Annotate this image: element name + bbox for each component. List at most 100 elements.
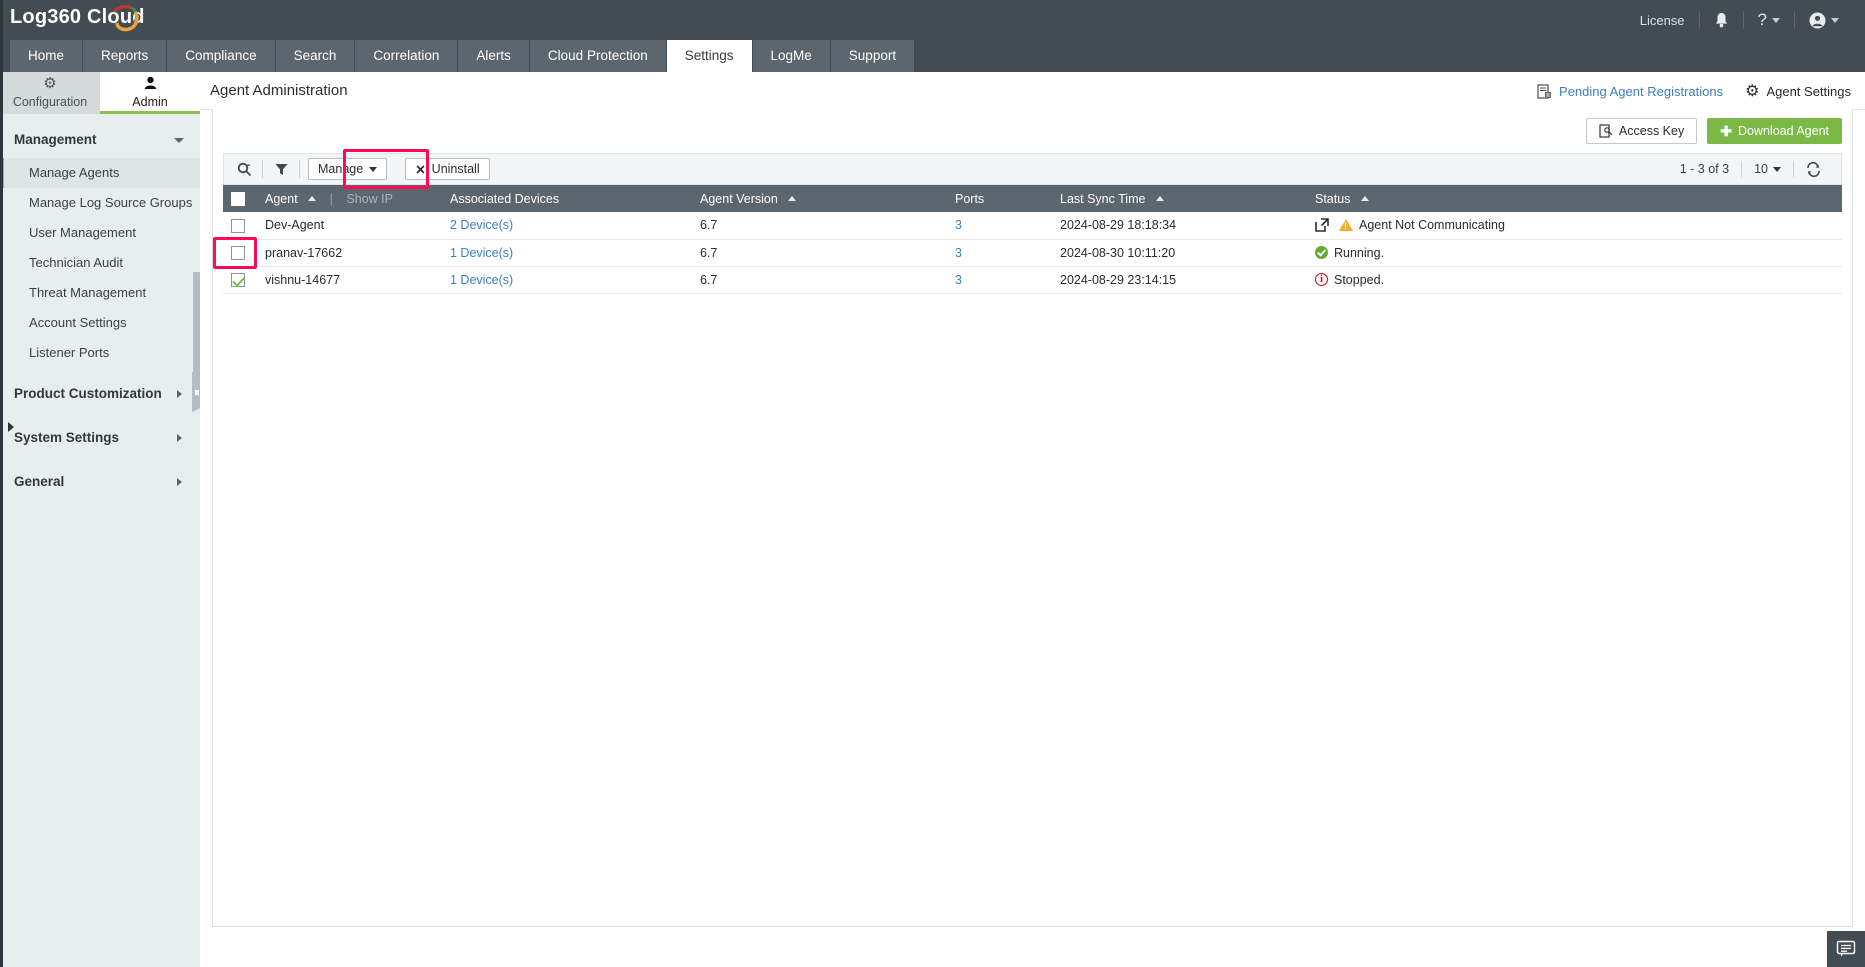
cell-agent-version: 6.7 (692, 266, 947, 294)
sidebar-item-threat-management[interactable]: Threat Management (0, 278, 200, 308)
download-agent-button[interactable]: ✚ Download Agent (1707, 118, 1842, 144)
main-tab-support[interactable]: Support (830, 40, 916, 72)
cell-associated-devices-value[interactable]: 2 Device(s) (450, 218, 513, 232)
sort-ascending-icon (788, 195, 797, 201)
cell-associated-devices-value[interactable]: 1 Device(s) (450, 246, 513, 260)
sidebar-item-account-settings[interactable]: Account Settings (0, 308, 200, 338)
filter-icon[interactable] (267, 154, 295, 184)
external-link-icon[interactable] (1315, 218, 1329, 233)
main-tab-cloud-protection[interactable]: Cloud Protection (529, 40, 667, 72)
sidebar-scrollbar[interactable] (193, 272, 200, 382)
sidebar-group-management[interactable]: Management (0, 122, 200, 158)
sidebar-group-system-settings[interactable]: System Settings (0, 420, 200, 456)
table-pagination: 1 - 3 of 3 10 (1668, 154, 1833, 184)
column-agent-version[interactable]: Agent Version (692, 185, 947, 212)
notifications-button[interactable] (1700, 10, 1743, 30)
sidebar-item-user-management[interactable]: User Management (0, 218, 200, 248)
main-tab-alerts[interactable]: Alerts (458, 40, 530, 72)
sidebar-group-general[interactable]: General (0, 464, 200, 500)
main-tab-label: Reports (101, 48, 149, 63)
license-label: License (1639, 12, 1685, 28)
sidebar-toggle-admin[interactable]: Admin (100, 72, 200, 114)
cell-agent-value: pranav-17662 (265, 245, 343, 260)
agents-table-body: Dev-Agent 2 Device(s) 6.7 3 2024-08-29 18:18… (223, 212, 1842, 294)
access-key-button[interactable]: Access Key (1585, 118, 1698, 144)
main-tab-settings[interactable]: Settings (666, 40, 753, 72)
chevron-down-icon (174, 138, 184, 143)
main-tab-label: Support (848, 48, 897, 63)
main-tab-label: Cloud Protection (547, 48, 648, 63)
main-tab-reports[interactable]: Reports (83, 40, 168, 72)
column-agent[interactable]: Agent | Show IP (257, 185, 442, 212)
select-all-checkbox[interactable] (231, 191, 245, 206)
pagination-range: 1 - 3 of 3 (1668, 162, 1741, 176)
main-tab-search[interactable]: Search (275, 40, 356, 72)
column-associated-devices-label: Associated Devices (450, 191, 560, 206)
chevron-down-icon (1773, 166, 1781, 172)
sidebar-item-technician-audit[interactable]: Technician Audit (0, 248, 200, 278)
page-size-label: 10 (1754, 162, 1768, 176)
main-tab-compliance[interactable]: Compliance (167, 40, 276, 72)
cell-ports-value[interactable]: 3 (955, 218, 962, 232)
divider: | (329, 191, 333, 206)
page-size-dropdown[interactable]: 10 (1742, 162, 1793, 176)
sidebar-item-label: Threat Management (29, 285, 147, 300)
feedback-button[interactable] (1827, 931, 1865, 967)
table-row[interactable]: pranav-17662 1 Device(s) 6.7 3 2024-08-30 10… (223, 239, 1842, 267)
user-menu[interactable] (1795, 10, 1853, 30)
main-tab-home[interactable]: Home (10, 40, 84, 72)
license-link[interactable]: License (1626, 10, 1699, 30)
pending-agent-registrations-label: Pending Agent Registrations (1559, 83, 1724, 99)
pending-agent-registrations-link[interactable]: Pending Agent Registrations (1537, 84, 1723, 99)
refresh-button[interactable] (1794, 161, 1833, 177)
cell-agent: vishnu-14677 (257, 266, 442, 294)
sidebar-item-manage-agents[interactable]: Manage Agents (0, 158, 200, 188)
main-tabs: Home Reports Compliance Search Correlation Al… (10, 40, 1865, 72)
cell-agent-version-value: 6.7 (700, 218, 718, 233)
cell-ports-value[interactable]: 3 (955, 246, 962, 260)
info-icon: i (1315, 273, 1328, 286)
column-status[interactable]: Status (1307, 185, 1842, 212)
agents-table: Agent | Show IP Associated Devices Agent… (223, 185, 1842, 294)
cell-ports: 3 (947, 239, 1052, 267)
row-select-checkbox[interactable] (231, 218, 245, 233)
refresh-icon (1807, 161, 1820, 177)
uninstall-button[interactable]: ✕ Uninstall (405, 158, 490, 180)
table-row[interactable]: Dev-Agent 2 Device(s) 6.7 3 2024-08-29 18:18… (223, 212, 1842, 240)
page-header: Agent Administration Pending Agent Regis… (200, 72, 1865, 110)
row-select-checkbox[interactable] (231, 272, 245, 287)
select-all-header (223, 185, 257, 212)
sidebar-group-label: Management (14, 132, 97, 147)
cell-associated-devices-value[interactable]: 1 Device(s) (450, 273, 513, 287)
help-menu[interactable]: ? (1744, 10, 1794, 30)
main-tab-logme[interactable]: LogMe (752, 40, 831, 72)
manage-dropdown-button[interactable]: Manage (308, 158, 388, 180)
row-select-checkbox[interactable] (231, 245, 245, 260)
main-tab-correlation[interactable]: Correlation (355, 40, 459, 72)
sidebar-group-product-customization[interactable]: Product Customization (0, 376, 200, 412)
cell-agent: Dev-Agent (257, 212, 442, 240)
content-area: Agent Administration Pending Agent Regis… (200, 72, 1865, 967)
status-label: Agent Not Communicating (1359, 218, 1505, 233)
row-select-cell (223, 266, 257, 294)
column-ports[interactable]: Ports (947, 185, 1052, 212)
search-icon[interactable] (230, 154, 258, 184)
column-last-sync-time[interactable]: Last Sync Time (1052, 185, 1307, 212)
sort-ascending-icon (1155, 195, 1164, 201)
sidebar-expand-arrow-icon[interactable] (8, 422, 14, 432)
column-agent-version-label: Agent Version (700, 191, 778, 206)
row-select-cell (223, 212, 257, 240)
table-row[interactable]: vishnu-14677 1 Device(s) 6.7 3 2024-08-29 23… (223, 266, 1842, 294)
agent-settings-link[interactable]: ⚙ Agent Settings (1745, 81, 1851, 101)
column-associated-devices[interactable]: Associated Devices (442, 185, 692, 212)
warning-icon: ! (1339, 219, 1353, 232)
bell-icon (1715, 12, 1727, 27)
show-ip-link[interactable]: Show IP (346, 192, 393, 206)
gear-icon: ⚙ (1745, 83, 1760, 100)
agents-table-header: Agent | Show IP Associated Devices Agent… (223, 185, 1842, 212)
divider (262, 160, 263, 178)
sidebar-item-manage-log-source-groups[interactable]: Manage Log Source Groups (0, 188, 200, 218)
cell-ports-value[interactable]: 3 (955, 273, 962, 287)
sidebar-item-listener-ports[interactable]: Listener Ports (0, 338, 200, 368)
sidebar-toggle-configuration[interactable]: ⚙ Configuration (0, 72, 100, 114)
